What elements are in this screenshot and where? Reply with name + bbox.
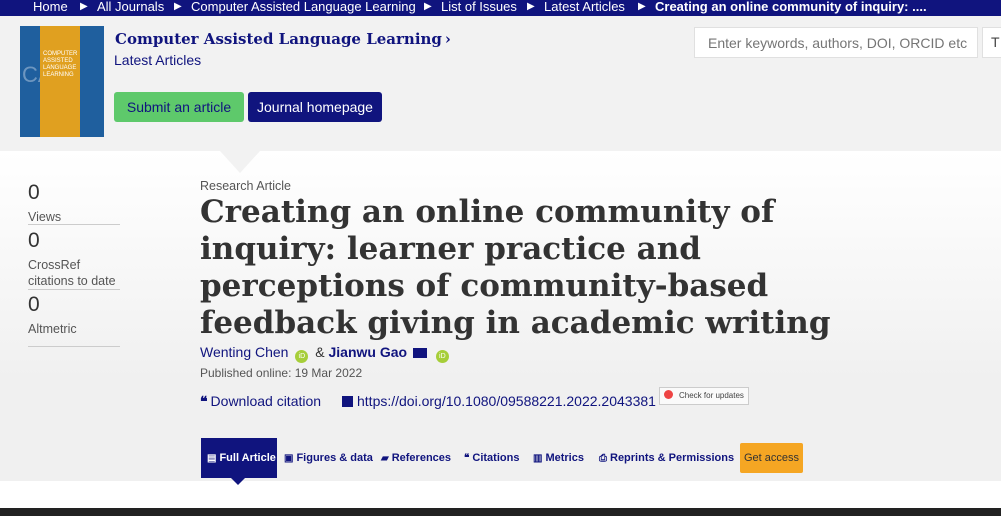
- breadcrumb-separator-icon: ▶: [80, 1, 88, 12]
- altmetric-count: 0: [28, 293, 40, 316]
- breadcrumb-current: Creating an online community of inquiry:…: [655, 0, 927, 14]
- get-access-button[interactable]: Get access: [740, 443, 803, 473]
- breadcrumb-journal[interactable]: Computer Assisted Language Learning: [191, 0, 416, 14]
- breadcrumb-separator-icon: ▶: [638, 1, 646, 12]
- chevron-right-icon: ›: [444, 30, 451, 48]
- submit-article-button[interactable]: Submit an article: [114, 92, 244, 122]
- tab-full-article[interactable]: ▤ Full Article: [201, 438, 277, 478]
- altmetric-label: Altmetric: [28, 322, 77, 336]
- quote-icon: ❝: [464, 453, 470, 464]
- tab-references[interactable]: ▰ References: [381, 452, 451, 464]
- chart-icon: ▥: [533, 453, 543, 464]
- journal-homepage-button[interactable]: Journal homepage: [248, 92, 382, 122]
- breadcrumb-separator-icon: ▶: [174, 1, 182, 12]
- document-icon: ▤: [207, 453, 217, 464]
- orcid-icon[interactable]: iD: [435, 350, 449, 363]
- journal-subtitle[interactable]: Latest Articles: [114, 52, 201, 68]
- journal-title[interactable]: Computer Assisted Language Learning ›: [115, 30, 451, 48]
- author-link[interactable]: Jianwu Gao: [328, 344, 407, 360]
- quote-icon: ❝: [200, 393, 208, 409]
- breadcrumb: Home ▶ All Journals ▶ Computer Assisted …: [0, 0, 1001, 16]
- author-separator: &: [315, 344, 325, 360]
- active-tab-caret: [231, 478, 245, 485]
- journal-cover[interactable]: CALL COMPUTER ASSISTED LANGUAGE LEARNING: [20, 26, 104, 137]
- crossref-label: CrossRef citations to date: [28, 258, 116, 288]
- mail-icon[interactable]: [412, 348, 427, 358]
- author-link[interactable]: Wenting Chen: [200, 344, 288, 360]
- breadcrumb-separator-icon: ▶: [424, 1, 432, 12]
- article-type: Research Article: [200, 179, 292, 193]
- tab-figures[interactable]: ▣ Figures & data: [284, 452, 373, 464]
- authors: Wenting Chen iD & Jianwu Gao iD: [200, 344, 452, 363]
- tab-citations[interactable]: ❝ Citations: [464, 452, 519, 464]
- search-scope-field[interactable]: T: [982, 27, 1001, 58]
- check-for-updates-button[interactable]: Check for updates: [659, 387, 749, 405]
- crossmark-icon: [664, 390, 673, 399]
- breadcrumb-home[interactable]: Home: [33, 0, 68, 14]
- print-icon: ⎙: [599, 453, 607, 464]
- breadcrumb-issues[interactable]: List of Issues: [441, 0, 517, 14]
- header-pointer: [220, 151, 260, 173]
- cover-title: COMPUTER ASSISTED LANGUAGE LEARNING: [43, 51, 78, 78]
- published-date: Published online: 19 Mar 2022: [200, 366, 363, 380]
- download-citation-link[interactable]: ❝ Download citation: [200, 393, 321, 410]
- doi-link[interactable]: https://doi.org/10.1080/09588221.2022.20…: [342, 393, 656, 409]
- tab-reprints[interactable]: ⎙ Reprints & Permissions: [599, 452, 734, 464]
- tab-metrics[interactable]: ▥ Metrics: [533, 452, 584, 464]
- search-input[interactable]: [694, 27, 978, 58]
- crossref-count: 0: [28, 229, 40, 252]
- book-icon: ▰: [381, 453, 389, 464]
- orcid-icon[interactable]: iD: [295, 350, 309, 363]
- article-title: Creating an online community of inquiry:…: [200, 194, 831, 341]
- views-label: Views: [28, 210, 62, 224]
- breadcrumb-latest[interactable]: Latest Articles: [544, 0, 625, 14]
- journal-header: CALL COMPUTER ASSISTED LANGUAGE LEARNING…: [0, 16, 1001, 151]
- image-icon: ▣: [284, 453, 294, 464]
- external-link-icon: [342, 396, 353, 407]
- views-count: 0: [28, 181, 40, 204]
- breadcrumb-separator-icon: ▶: [527, 1, 535, 12]
- breadcrumb-all-journals[interactable]: All Journals: [97, 0, 164, 14]
- footer-bar: [0, 508, 1001, 516]
